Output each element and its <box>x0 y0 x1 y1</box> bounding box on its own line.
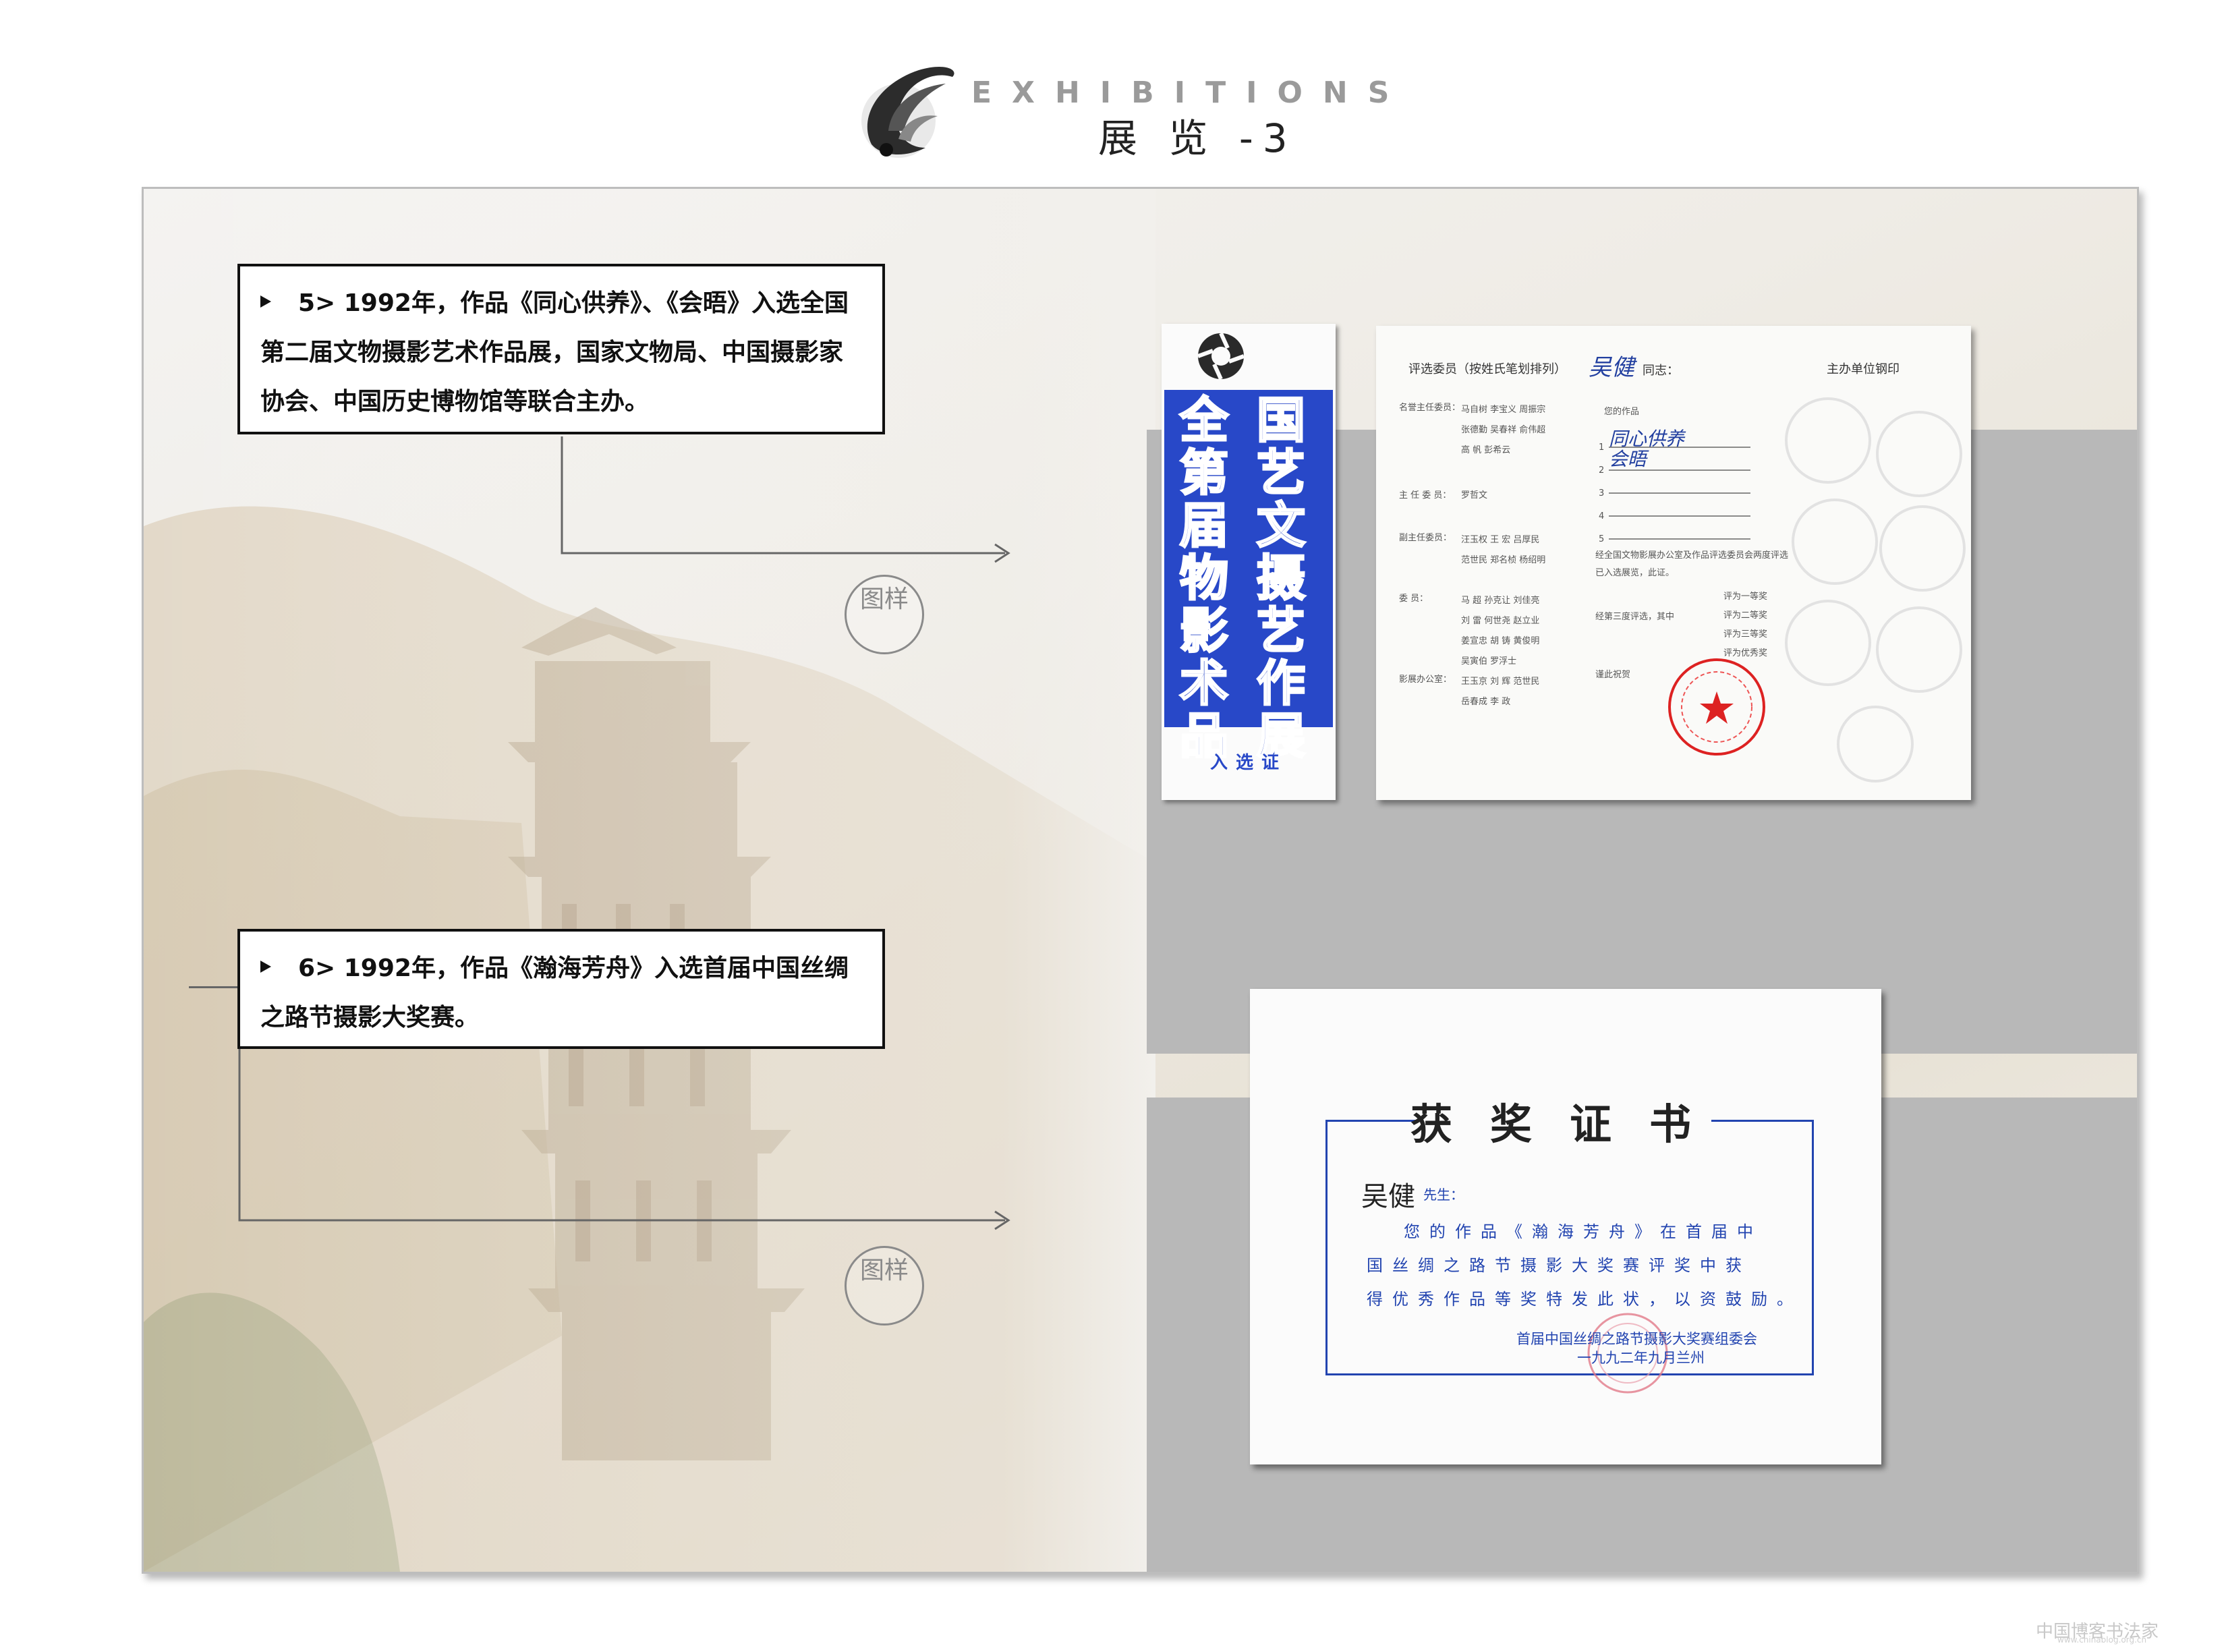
caption-item-5: 5> 1992年，作品《同心供养》、《会晤》入选全国第二届文物摄影艺术作品展，国… <box>237 264 885 434</box>
closing-text: 谨此祝贺 <box>1595 670 1631 680</box>
sample-badge: 图样 <box>845 575 924 654</box>
caption-text: 5> 1992年，作品《同心供养》、《会晤》入选全国第二届文物摄影艺术作品展，国… <box>260 289 849 416</box>
admission-certificate: 评选委员（按姓氏笔划排列） 吴健 同志： 主办单位钢印 名誉主任委员： 马自树 … <box>1376 326 1971 800</box>
booklet-title-left-column: 全第届物影术品 <box>1178 392 1229 764</box>
prize-second: 评为二等奖 <box>1723 610 1768 621</box>
booklet-title-right-column: 国艺文摄艺作展 <box>1255 392 1306 764</box>
site-watermark-url: www.chinablog.org.cn <box>2057 1635 2147 1645</box>
booklet-blue-panel: 国艺文摄艺作展 全第届物影术品 <box>1164 390 1333 764</box>
admission-booklet-cover: 国艺文摄艺作展 全第届物影术品 入选证 <box>1162 324 1336 800</box>
embossed-seal-marks <box>1785 397 1966 782</box>
svg-text:3: 3 <box>1599 488 1604 499</box>
frame-top-left-rule <box>1325 1120 1419 1122</box>
certificate-title: 获奖证书 <box>1410 1100 1730 1149</box>
award-date: 一九九二年九月兰州 <box>1577 1350 1705 1366</box>
bullet-triangle-icon <box>260 295 271 308</box>
committee-header: 评选委员（按姓氏笔划排列） <box>1408 362 1566 376</box>
addressee-suffix: 同志： <box>1643 364 1679 378</box>
committee-names: 马自树 李宝义 周振宗 张德勤 吴春祥 俞伟超 高 帆 彭希云 <box>1461 405 1546 455</box>
seal-header: 主办单位钢印 <box>1827 362 1900 376</box>
sample-badge: 图样 <box>845 1246 924 1326</box>
addressee-handwritten: 吴健 <box>1589 354 1634 381</box>
committee-role-label: 影展办公室： <box>1399 675 1452 685</box>
svg-text:5: 5 <box>1599 534 1604 544</box>
caption-item-6: 6> 1992年，作品《瀚海芳舟》入选首届中国丝绸之路节摄影大奖赛。 <box>237 929 885 1049</box>
booklet-footer-label: 入选证 <box>1209 753 1287 773</box>
award-text-line-1: 您的作品《瀚海芳舟》在首届中 <box>1404 1222 1763 1241</box>
award-text-line-2: 国丝绸之路节摄影大奖赛评奖中获 <box>1367 1256 1751 1275</box>
award-addressee-handwritten: 吴健 <box>1361 1181 1415 1212</box>
section-title-english: EXHIBITIONS <box>971 76 1410 110</box>
prize-third: 评为三等奖 <box>1723 629 1768 639</box>
award-certificate: 获奖证书 吴健 先生： 您的作品《瀚海芳舟》在首届中 国丝绸之路节摄影大奖赛评奖… <box>1250 989 1881 1464</box>
committee-names: 王玉京 刘 辉 范世民 岳春成 李 政 <box>1461 677 1540 707</box>
svg-text:2: 2 <box>1599 465 1604 476</box>
logo-icon <box>861 66 954 158</box>
connector-stub <box>189 986 237 988</box>
committee-role-label: 副主任委员： <box>1399 533 1452 543</box>
bullet-triangle-icon <box>260 961 271 973</box>
prize-first: 评为一等奖 <box>1723 592 1768 602</box>
svg-text:4: 4 <box>1599 511 1604 521</box>
caption-text: 6> 1992年，作品《瀚海芳舟》入选首届中国丝绸之路节摄影大奖赛。 <box>260 955 849 1031</box>
committee-role-label: 名誉主任委员： <box>1399 403 1461 413</box>
aperture-logo-icon <box>1197 332 1245 380</box>
second-round-label: 经第三度评选，其中 <box>1595 612 1675 622</box>
svg-text:1: 1 <box>1599 443 1604 453</box>
organizer-name: 首届中国丝绸之路节摄影大奖赛组委会 <box>1516 1331 1757 1347</box>
red-seal-stamp <box>1668 658 1765 756</box>
committee-role-label: 委 员： <box>1399 594 1429 604</box>
works-label: 您的作品 <box>1604 407 1640 417</box>
committee-names: 马 超 孙克让 刘佳亮 刘 雷 何世尧 赵立业 姜宣忠 胡 铸 黄俊明 吴寅伯 … <box>1461 596 1540 666</box>
committee-names: 汪玉权 王 宏 吕厚民 范世民 郑名桢 杨绍明 <box>1461 535 1546 565</box>
selection-notice: 经全国文物影展办公室及作品评选委员会两度评选已入选展览，此证。 <box>1595 550 1789 578</box>
award-addressee-suffix: 先生： <box>1423 1187 1464 1203</box>
section-title-chinese: 展 览 -3 <box>1098 115 1297 161</box>
committee-role-label: 主 任 委 员： <box>1399 490 1452 501</box>
committee-names: 罗哲文 <box>1461 490 1488 501</box>
